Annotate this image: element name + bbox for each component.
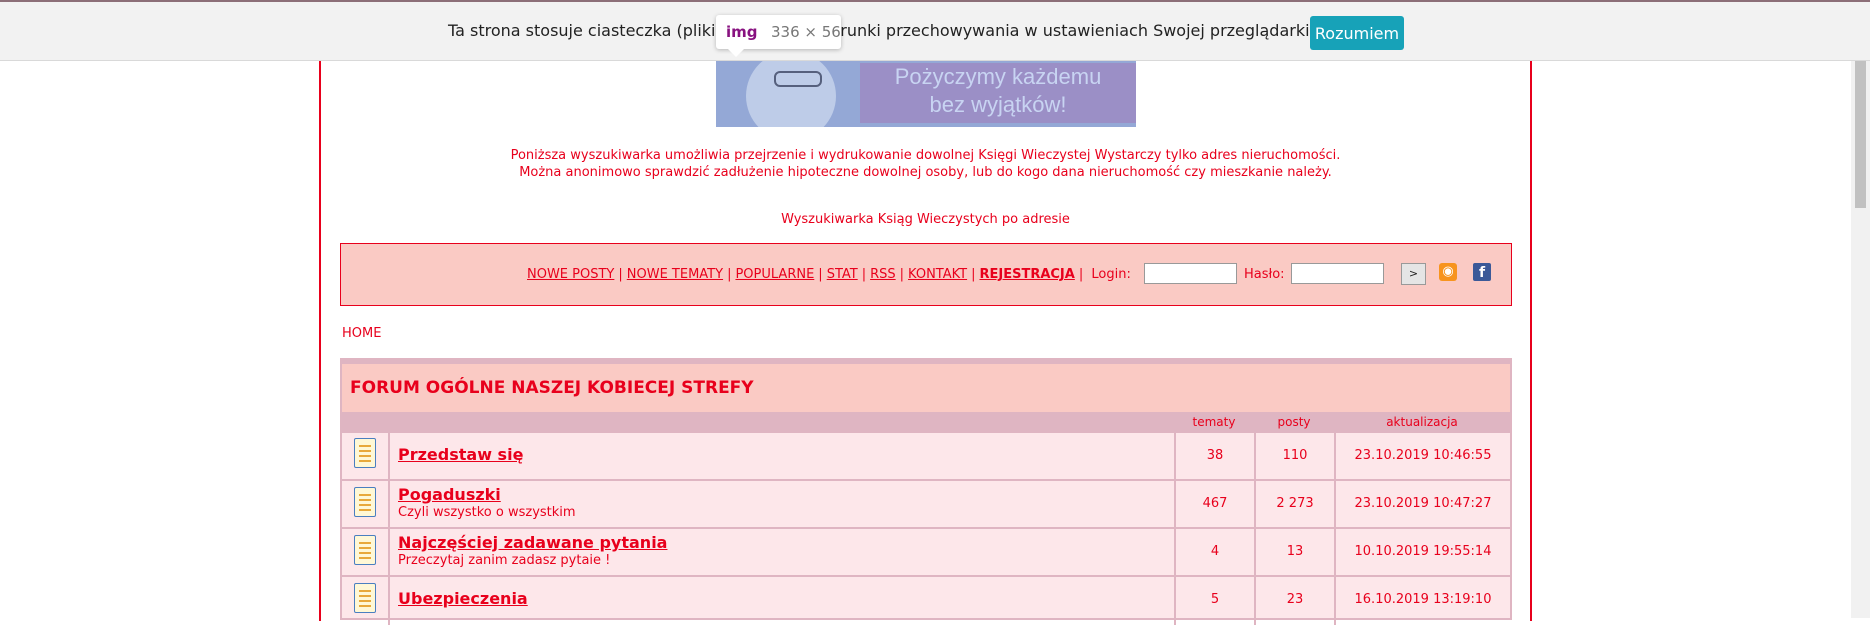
nav-links: NOWE POSTY | NOWE TEMATY | POPULARNE | STAT | RS… xyxy=(527,267,1131,283)
forum-category-title[interactable]: FORUM OGÓLNE NASZEJ KOBIECEJ STREFY xyxy=(342,364,1510,412)
nav-stat[interactable]: STAT xyxy=(827,267,858,282)
tooltip-arrow xyxy=(728,49,744,57)
tooltip-tag: img xyxy=(726,23,758,41)
topics-count: 5 xyxy=(1210,592,1220,607)
nav-separator: | xyxy=(1078,267,1084,282)
topics-count: 38 xyxy=(1206,448,1224,463)
forum-row: Najczęściej zadawane pytania Przeczytaj … xyxy=(342,529,1510,577)
posts-count: 110 xyxy=(1282,448,1308,463)
password-label: Hasło: xyxy=(1244,267,1285,282)
nav-register[interactable]: REJESTRACJA xyxy=(979,267,1074,282)
rss-icon[interactable]: ◉ xyxy=(1439,263,1457,281)
banner-line-1: Pożyczymy każdemu xyxy=(894,64,1102,89)
nav-bar: NOWE POSTY | NOWE TEMATY | POPULARNE | STAT | RS… xyxy=(340,243,1512,306)
topics-count: 467 xyxy=(1202,496,1228,511)
cookie-text: Ta strona stosuje ciasteczka (pliki c ar… xyxy=(448,21,1315,40)
nav-separator: | xyxy=(861,267,867,282)
accept-cookies-button[interactable]: Rozumiem xyxy=(1310,16,1404,50)
intro-line-1: Poniższa wyszukiwarka umożliwia przejrze… xyxy=(510,148,1341,163)
last-update: 23.10.2019 10:46:55 xyxy=(1354,448,1492,463)
nav-contact[interactable]: KONTAKT xyxy=(908,267,967,282)
login-input[interactable] xyxy=(1144,263,1237,284)
nav-separator: | xyxy=(727,267,732,282)
cell-separator xyxy=(388,433,390,479)
last-update: 10.10.2019 19:55:14 xyxy=(1354,544,1492,559)
forum-title-link[interactable]: Przedstaw się xyxy=(398,445,523,464)
nav-separator: | xyxy=(971,267,976,282)
scrollbar-thumb[interactable] xyxy=(1855,53,1866,208)
topics-count: 4 xyxy=(1210,544,1220,559)
cookie-bar: Ta strona stosuje ciasteczka (pliki c ar… xyxy=(0,0,1870,61)
forum-title-link[interactable]: Ubezpieczenia xyxy=(398,589,528,608)
forum-table: FORUM OGÓLNE NASZEJ KOBIECEJ STREFY tema… xyxy=(340,358,1512,625)
col-posts: posty xyxy=(1277,415,1311,429)
login-submit-button[interactable]: > xyxy=(1401,263,1426,285)
nav-new-topics[interactable]: NOWE TEMATY xyxy=(627,267,723,282)
col-updated: aktualizacja xyxy=(1386,415,1458,429)
breadcrumb-home[interactable]: HOME xyxy=(342,326,381,341)
cell-separator xyxy=(388,529,390,575)
last-update: 23.10.2019 10:47:27 xyxy=(1354,496,1492,511)
forum-doc-icon xyxy=(354,583,376,613)
posts-count: 13 xyxy=(1286,544,1304,559)
last-update: 16.10.2019 13:19:10 xyxy=(1354,592,1492,607)
banner-person-image xyxy=(746,57,836,127)
cell-separator xyxy=(388,481,390,527)
nav-separator: | xyxy=(618,267,623,282)
nav-popular[interactable]: POPULARNE xyxy=(735,267,814,282)
forum-title-link[interactable]: Pogaduszki xyxy=(398,485,501,504)
forum-row: Przedstaw się 38 110 23.10.2019 10:46:55 xyxy=(342,433,1510,481)
posts-count: 23 xyxy=(1286,592,1304,607)
posts-count: 2 273 xyxy=(1276,496,1314,511)
banner-glasses-shape xyxy=(774,71,822,87)
nav-rss[interactable]: RSS xyxy=(870,267,896,282)
password-input[interactable] xyxy=(1291,263,1384,284)
nav-separator: | xyxy=(818,267,823,282)
page-scrollbar[interactable] xyxy=(1851,51,1870,618)
forum-table-header: tematy posty aktualizacja xyxy=(342,412,1510,433)
banner-line-2: bez wyjątków! xyxy=(929,92,1067,117)
forum-description: Przeczytaj zanim zadasz pytaie ! xyxy=(398,553,611,568)
nav-new-posts[interactable]: NOWE POSTY xyxy=(527,267,614,282)
facebook-icon[interactable]: f xyxy=(1473,263,1491,281)
login-label: Login: xyxy=(1091,267,1131,282)
tooltip-dimensions: 336 × 56 xyxy=(771,23,841,41)
forum-doc-icon xyxy=(354,487,376,517)
land-registry-link[interactable]: Wyszukiwarka Ksiąg Wieczystych po adresi… xyxy=(319,211,1532,228)
forum-description: Czyli wszystko o wszystkim xyxy=(398,505,576,520)
col-topics: tematy xyxy=(1192,415,1236,429)
banner-text-panel: Pożyczymy każdemu bez wyjątków! xyxy=(860,63,1136,123)
forum-row: Pogaduszki Czyli wszystko o wszystkim 46… xyxy=(342,481,1510,529)
intro-line-2: Można anonimowo sprawdzić zadłużenie hip… xyxy=(519,165,1332,180)
forum-title-link[interactable]: Najczęściej zadawane pytania xyxy=(398,533,667,552)
forum-doc-icon xyxy=(354,535,376,565)
forum-doc-icon xyxy=(354,438,376,468)
image-inspect-tooltip: img 336 × 56 xyxy=(716,15,841,57)
nav-separator: | xyxy=(899,267,905,282)
loan-banner-ad[interactable]: Pożyczymy każdemu bez wyjątków! xyxy=(716,57,1136,127)
intro-text: Poniższa wyszukiwarka umożliwia przejrze… xyxy=(319,147,1532,181)
